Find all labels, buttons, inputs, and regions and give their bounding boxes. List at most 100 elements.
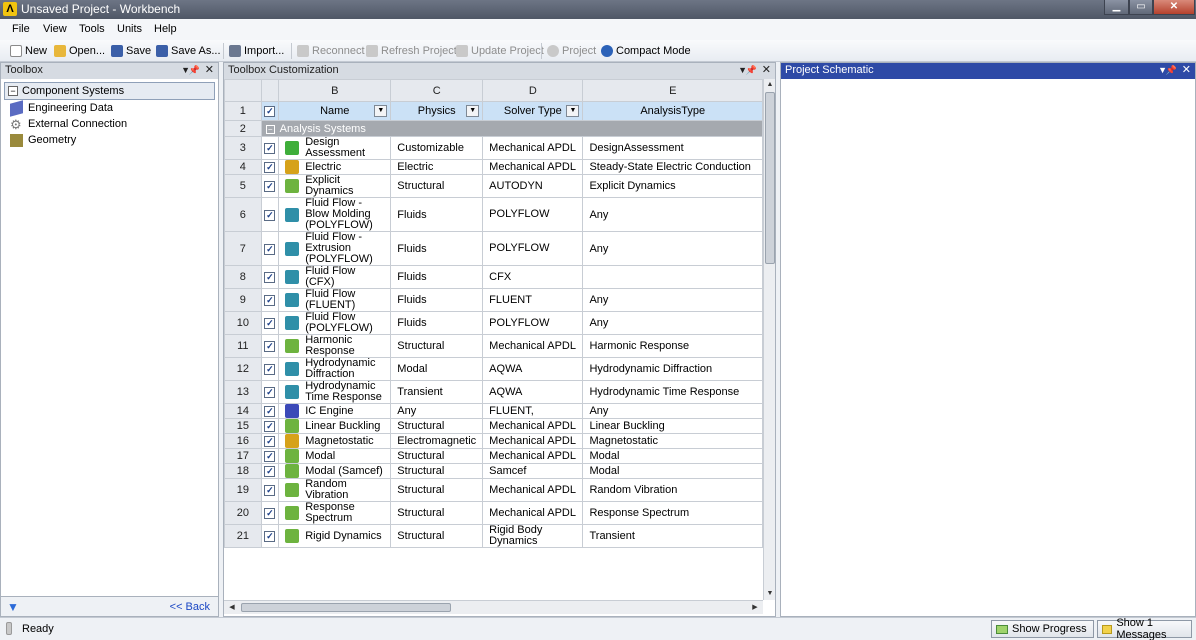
- reconnect-button[interactable]: Reconnect: [297, 43, 365, 59]
- scroll-thumb[interactable]: [765, 92, 775, 264]
- filter-dropdown-icon[interactable]: ▼: [374, 105, 388, 117]
- table-row[interactable]: 7 ✓ Fluid Flow - Extrusion (POLYFLOW) Fluid…: [224, 231, 763, 266]
- row-checkbox[interactable]: ✓: [264, 466, 276, 477]
- customization-title: Toolbox Customization: [228, 64, 339, 76]
- show-progress-button[interactable]: Show Progress: [991, 620, 1094, 638]
- table-row[interactable]: 4 ✓ Electric Electric Mechanical APDL Steady-…: [224, 159, 763, 175]
- row-checkbox[interactable]: ✓: [264, 485, 276, 496]
- vertical-scrollbar[interactable]: ▲ ▼: [763, 79, 775, 600]
- close-icon[interactable]: ✕: [762, 63, 771, 78]
- collapse-icon[interactable]: −: [265, 124, 275, 134]
- system-name: Hydrodynamic Diffraction: [305, 357, 376, 380]
- filter-dropdown-icon[interactable]: ▼: [466, 105, 480, 117]
- row-checkbox[interactable]: ✓: [264, 243, 276, 255]
- menu-file[interactable]: File: [12, 23, 30, 35]
- row-checkbox[interactable]: ✓: [264, 451, 276, 462]
- pin-icon[interactable]: 📌: [1166, 63, 1177, 78]
- table-row[interactable]: 11 ✓ Harmonic Response Structural Mechanical…: [224, 334, 763, 358]
- table-row[interactable]: 8 ✓ Fluid Flow (CFX) Fluids CFX: [224, 265, 763, 289]
- row-checkbox[interactable]: ✓: [264, 387, 276, 398]
- row-checkbox[interactable]: ✓: [264, 341, 276, 352]
- table-row[interactable]: 12 ✓ Hydrodynamic Diffraction Modal AQWA Hydr…: [224, 357, 763, 381]
- table-row[interactable]: 6 ✓ Fluid Flow - Blow Molding (POLYFLOW) Fl…: [224, 197, 763, 232]
- horizontal-scrollbar[interactable]: ◀ ▶: [224, 600, 763, 614]
- row-checkbox[interactable]: ✓: [264, 421, 276, 432]
- toolbar-separator: [291, 43, 292, 59]
- enable-cell: ✓: [260, 265, 280, 289]
- import-button[interactable]: Import...: [229, 43, 284, 59]
- group-cell[interactable]: − Analysis Systems: [260, 120, 763, 137]
- table-row[interactable]: 15 ✓ Linear Buckling Structural Mechanical A…: [224, 418, 763, 434]
- scroll-thumb[interactable]: [241, 603, 451, 612]
- row-checkbox[interactable]: ✓: [264, 295, 276, 306]
- back-link[interactable]: << Back: [170, 601, 210, 613]
- row-checkbox[interactable]: ✓: [264, 272, 276, 283]
- row-checkbox[interactable]: ✓: [264, 436, 276, 447]
- select-all-checkbox[interactable]: ✓: [264, 106, 276, 117]
- scroll-up-icon[interactable]: ▲: [764, 79, 776, 91]
- table-row[interactable]: 10 ✓ Fluid Flow (POLYFLOW) Fluids POLYFLOW An…: [224, 311, 763, 335]
- table-row[interactable]: 3 ✓ Design Assessment Customizable Mechanica…: [224, 136, 763, 160]
- minimize-button[interactable]: ▁: [1104, 0, 1129, 15]
- tree-item-engineering-data[interactable]: Engineering Data: [10, 100, 113, 117]
- row-checkbox[interactable]: ✓: [264, 318, 276, 329]
- table-row[interactable]: 17 ✓ Modal Structural Mechanical APDL Modal: [224, 448, 763, 464]
- row-checkbox[interactable]: ✓: [264, 531, 276, 542]
- menu-units[interactable]: Units: [117, 23, 142, 35]
- table-row[interactable]: 20 ✓ Response Spectrum Structural Mechanical…: [224, 501, 763, 525]
- table-row[interactable]: 14 ✓ IC Engine Any FLUENT, Any: [224, 403, 763, 419]
- close-icon[interactable]: ✕: [1182, 63, 1191, 78]
- cell-physics: Any: [390, 403, 484, 419]
- menu-tools[interactable]: Tools: [79, 23, 105, 35]
- close-icon[interactable]: ✕: [205, 63, 214, 78]
- table-row[interactable]: 21 ✓ Rigid Dynamics Structural Rigid Body Dy…: [224, 524, 763, 548]
- row-checkbox[interactable]: ✓: [264, 143, 276, 154]
- schematic-title: Project Schematic: [785, 64, 874, 76]
- row-checkbox[interactable]: ✓: [264, 364, 276, 375]
- table-row[interactable]: 19 ✓ Random Vibration Structural Mechanical …: [224, 478, 763, 502]
- save-button[interactable]: Save: [111, 43, 151, 59]
- new-button[interactable]: New: [10, 43, 47, 59]
- scroll-right-icon[interactable]: ▶: [749, 602, 761, 614]
- row-checkbox[interactable]: ✓: [264, 209, 276, 221]
- scroll-left-icon[interactable]: ◀: [226, 602, 238, 614]
- row-checkbox[interactable]: ✓: [264, 406, 276, 417]
- save-as-button[interactable]: Save As...: [156, 43, 221, 59]
- filter-dropdown-icon[interactable]: ▼: [566, 105, 580, 117]
- component-systems-group[interactable]: − Component Systems: [4, 82, 215, 100]
- row-checkbox[interactable]: ✓: [264, 181, 276, 192]
- update-project-button[interactable]: Update Project: [456, 43, 544, 59]
- table-row[interactable]: 9 ✓ Fluid Flow (FLUENT) Fluids FLUENT Any: [224, 288, 763, 312]
- cell-analysis-type: Any: [582, 197, 763, 232]
- table-row[interactable]: 18 ✓ Modal (Samcef) Structural Samcef Modal: [224, 463, 763, 479]
- row-checkbox[interactable]: ✓: [264, 162, 276, 173]
- cell-solver: Mechanical APDL: [482, 501, 584, 525]
- refresh-project-button[interactable]: Refresh Project: [366, 43, 457, 59]
- tree-item-external-connection[interactable]: ⚙ External Connection: [10, 117, 127, 132]
- filter-icon[interactable]: ▼: [7, 600, 19, 614]
- menu-view[interactable]: View: [43, 23, 67, 35]
- save-as-label: Save As...: [171, 45, 221, 57]
- table-row[interactable]: 5 ✓ Explicit Dynamics Structural AUTODYN Expl…: [224, 174, 763, 198]
- scroll-down-icon[interactable]: ▼: [764, 588, 776, 600]
- tree-item-geometry[interactable]: Geometry: [10, 133, 76, 148]
- compact-mode-button[interactable]: Compact Mode: [601, 43, 691, 59]
- collapse-icon[interactable]: −: [8, 86, 18, 96]
- header-label: Solver Type: [503, 105, 562, 117]
- maximize-button[interactable]: ▭: [1129, 0, 1153, 15]
- table-row[interactable]: 13 ✓ Hydrodynamic Time Response Transient AQ…: [224, 380, 763, 404]
- row-checkbox[interactable]: ✓: [264, 508, 276, 519]
- show-messages-label: Show 1 Messages: [1116, 617, 1167, 640]
- close-button[interactable]: ✕: [1153, 0, 1195, 15]
- show-messages-button[interactable]: Show 1 Messages: [1097, 617, 1192, 640]
- pin-icon[interactable]: 📌: [189, 63, 200, 78]
- table-row[interactable]: 16 ✓ Magnetostatic Electromagnetic Mechanica…: [224, 433, 763, 449]
- reconnect-label: Reconnect: [312, 45, 365, 57]
- menu-help[interactable]: Help: [154, 23, 177, 35]
- project-button[interactable]: Project: [547, 43, 596, 59]
- open-button[interactable]: Open...: [54, 43, 105, 59]
- analysis-system-icon: [285, 362, 300, 376]
- pin-icon[interactable]: 📌: [746, 63, 757, 78]
- workbench-logo-icon: Λ: [3, 2, 17, 16]
- cell-name: Design Assessment: [278, 136, 392, 160]
